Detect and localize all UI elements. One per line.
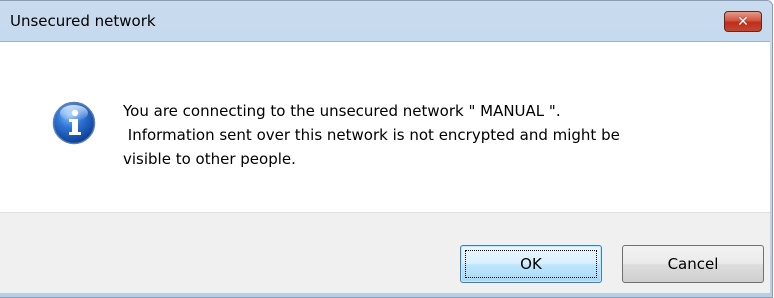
message-area: You are connecting to the unsecured netw… (0, 42, 770, 212)
message-line: Information sent over this network is no… (123, 126, 620, 144)
cancel-button-label: Cancel (667, 255, 719, 273)
close-icon: ✕ (737, 13, 749, 30)
button-bar: OK Cancel (0, 212, 770, 293)
ok-button[interactable]: OK (460, 245, 602, 283)
ok-button-label: OK (520, 255, 542, 273)
close-button[interactable]: ✕ (724, 11, 762, 32)
title-bar[interactable]: Unsecured network ✕ (0, 1, 772, 41)
message-line: You are connecting to the unsecured netw… (123, 102, 561, 120)
dialog-window: Unsecured network ✕ You are connecting t… (0, 0, 773, 298)
message-line: visible to other people. (123, 150, 296, 168)
info-icon (52, 101, 96, 145)
window-title: Unsecured network (10, 12, 156, 30)
message-text: You are connecting to the unsecured netw… (123, 99, 743, 171)
dialog-body: You are connecting to the unsecured netw… (0, 41, 770, 293)
cancel-button[interactable]: Cancel (622, 245, 764, 283)
